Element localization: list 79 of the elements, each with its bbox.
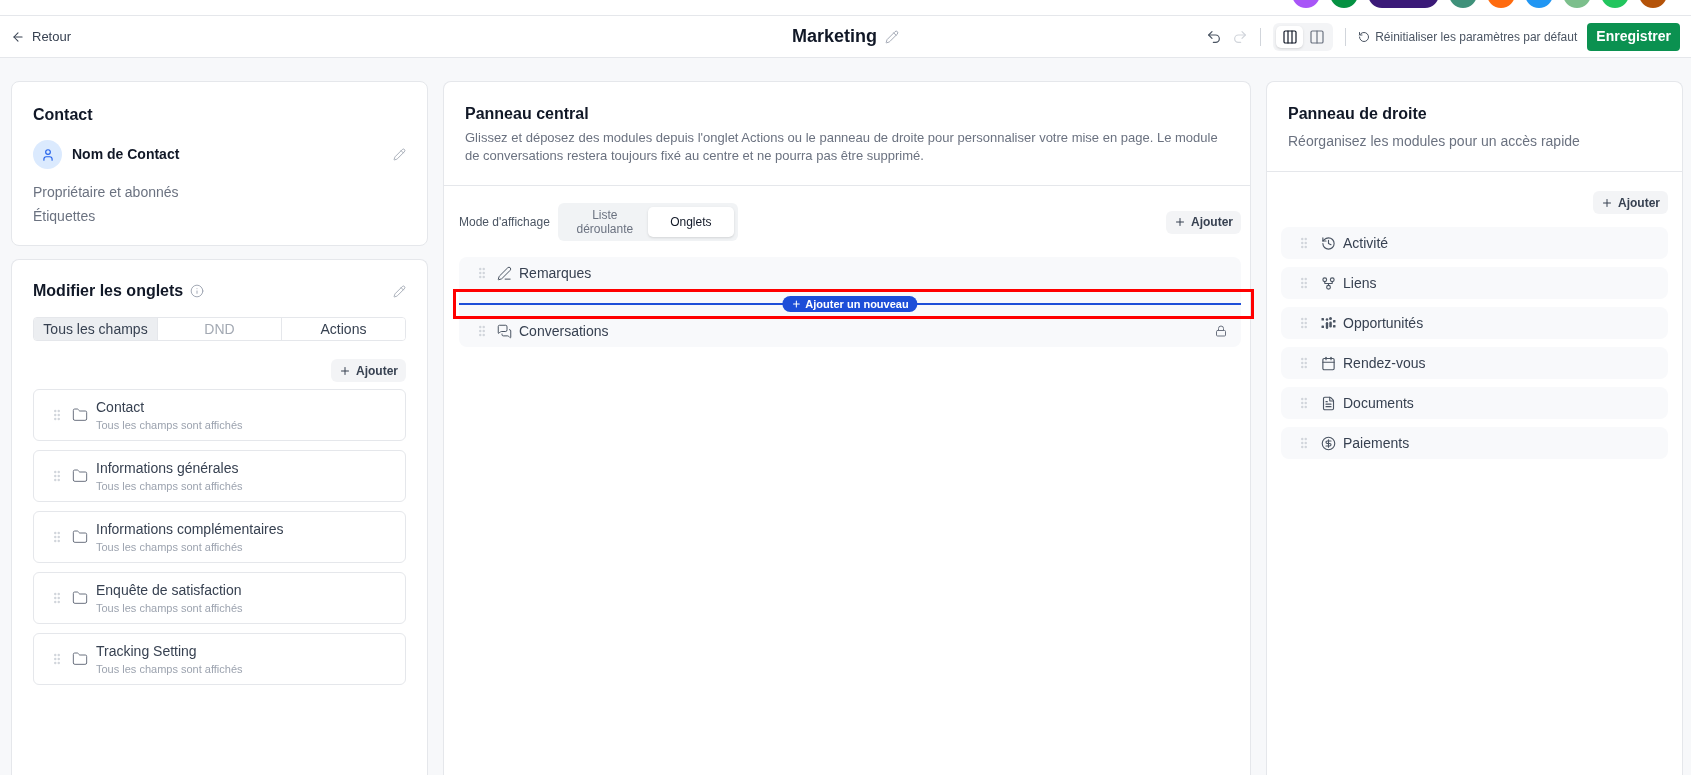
- folder-icon: [72, 468, 88, 484]
- plus-icon: [339, 364, 351, 377]
- save-button[interactable]: Enregistrer: [1587, 22, 1680, 51]
- module-item[interactable]: Paiements: [1281, 427, 1668, 459]
- module-label: Activité: [1343, 233, 1389, 253]
- module-item[interactable]: Activité: [1281, 227, 1668, 259]
- section-subtitle: Tous les champs sont affichés: [96, 540, 244, 554]
- field-label: Propriétaire et abonnés: [33, 183, 180, 202]
- module-item[interactable]: Documents: [1281, 387, 1668, 419]
- section-item[interactable]: Tracking Setting Tous les champs sont affichés: [33, 633, 406, 685]
- module-item[interactable]: Liens: [1281, 267, 1668, 299]
- section-subtitle: Tous les champs sont affichés: [96, 418, 243, 432]
- folder-icon: [72, 529, 88, 545]
- module-label: Rendez-vous: [1343, 353, 1426, 373]
- arrow-left-icon: [11, 29, 25, 44]
- section-item[interactable]: Informations complémentaires Tous les champs sont affichés: [33, 511, 406, 563]
- module-label: Opportunités: [1343, 313, 1424, 333]
- section-item[interactable]: Contact Tous les champs sont affichés: [33, 389, 406, 441]
- pencil-icon[interactable]: [393, 148, 406, 161]
- pencil-icon[interactable]: [393, 284, 406, 298]
- dollar-circle-icon: [1321, 435, 1336, 451]
- folder-icon: [72, 590, 88, 606]
- reset-button[interactable]: Réinitialiser les paramètres par défaut: [1358, 27, 1578, 46]
- add-new-button[interactable]: Ajouter un nouveau: [782, 296, 918, 312]
- layout-option[interactable]: [1276, 25, 1304, 48]
- section-subtitle: Tous les champs sont affichés: [96, 662, 243, 676]
- folder-icon: [72, 651, 88, 667]
- section-title: Informations complémentaires: [96, 520, 284, 538]
- two-columns-icon: [1308, 28, 1325, 45]
- section-title: Enquête de satisfaction: [96, 581, 243, 599]
- panel-subtitle: Réorganisez les modules pour un accès rapide: [1288, 132, 1581, 151]
- section-title: Informations générales: [96, 459, 240, 477]
- three-columns-icon: [1281, 28, 1298, 45]
- back-button[interactable]: Retour: [11, 26, 72, 47]
- panel-title: Panneau central: [465, 104, 590, 124]
- info-icon[interactable]: [190, 284, 205, 298]
- chat-bubbles-icon: [497, 323, 512, 339]
- display-mode-option[interactable]: Onglets: [647, 207, 734, 237]
- add-button[interactable]: Ajouter: [1166, 210, 1241, 234]
- module-label: Conversations: [519, 321, 609, 341]
- tab[interactable]: Actions: [281, 318, 405, 340]
- add-button[interactable]: Ajouter: [1593, 191, 1668, 214]
- section-title: Tracking Setting: [96, 642, 198, 660]
- dots-cluster-icon: [1321, 315, 1336, 331]
- undo-icon[interactable]: [1206, 28, 1223, 45]
- avatar-icon: [33, 140, 62, 169]
- section-title: Contact: [96, 398, 146, 416]
- display-mode-option[interactable]: Liste déroulante: [561, 207, 648, 237]
- module-label: Liens: [1343, 273, 1377, 293]
- plus-icon: [791, 299, 802, 309]
- module-label: Documents: [1343, 393, 1414, 413]
- panel-description: Glissez et déposez des modules depuis l'onglet Actions ou le panneau de droite pour personnaliser votre mise en page. Le module de conversations restera toujours fixé au centre et ne pourra pas être supprimé.: [465, 129, 1219, 165]
- section-subtitle: Tous les champs sont affichés: [96, 601, 243, 615]
- module-item[interactable]: Rendez-vous: [1281, 347, 1668, 379]
- module-label: Paiements: [1343, 433, 1410, 453]
- document-icon: [1321, 395, 1336, 411]
- field-label: Étiquettes: [33, 207, 97, 226]
- circular-arrow-icon: [1358, 30, 1371, 43]
- card-title: Contact: [33, 105, 94, 125]
- panel-title: Panneau de droite: [1288, 104, 1428, 124]
- page-title: Marketing: [792, 25, 877, 48]
- section-subtitle: Tous les champs sont affichés: [96, 479, 243, 493]
- tab[interactable]: Tous les champs: [34, 318, 157, 340]
- folder-icon: [72, 407, 88, 423]
- section-item[interactable]: Informations générales Tous les champs sont affichés: [33, 450, 406, 502]
- card-title: Modifier les onglets: [33, 281, 184, 301]
- add-button[interactable]: Ajouter: [331, 359, 406, 382]
- clock-icon: [1321, 235, 1336, 251]
- calendar-icon: [1321, 355, 1336, 371]
- module-label: Remarques: [519, 263, 592, 283]
- section-item[interactable]: Enquête de satisfaction Tous les champs sont affichés: [33, 572, 406, 624]
- connected-nodes-icon: [1321, 275, 1336, 291]
- pencil-icon[interactable]: [885, 29, 899, 44]
- contact-name: Nom de Contact: [72, 145, 180, 164]
- plus-icon: [1601, 196, 1613, 209]
- display-mode-label: Mode d'affichage: [459, 214, 550, 231]
- plus-icon: [1174, 216, 1186, 228]
- pen-icon: [497, 265, 512, 281]
- module-item[interactable]: Opportunités: [1281, 307, 1668, 339]
